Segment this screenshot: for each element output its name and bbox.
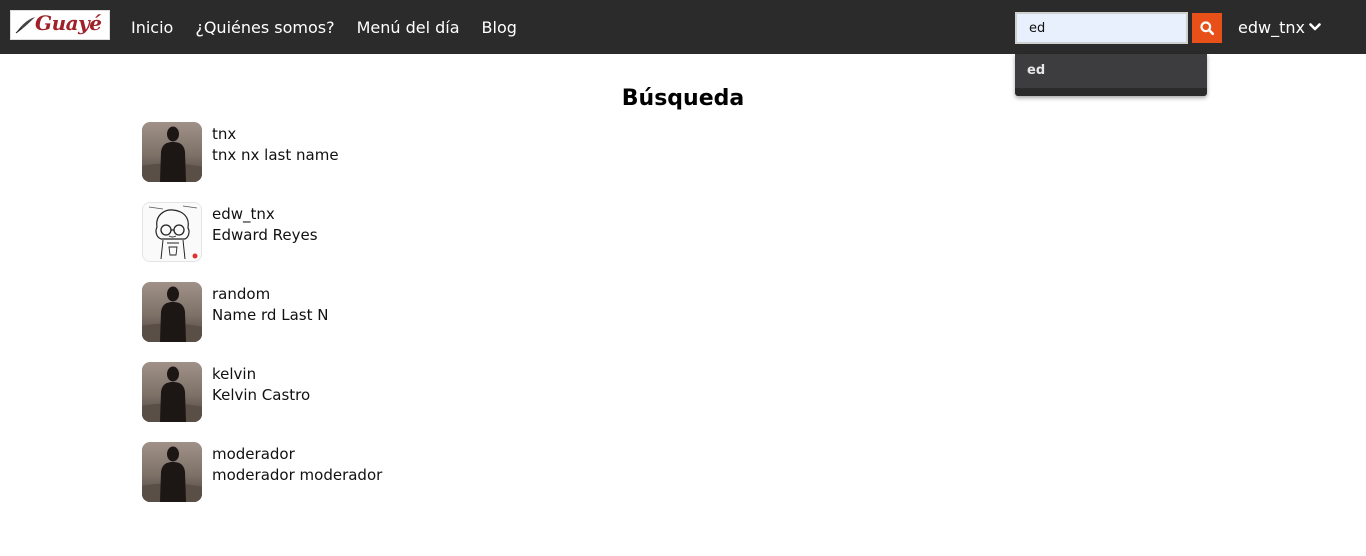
result-username: edw_tnx [212, 205, 275, 223]
result-item[interactable]: tnx tnx nx last name [142, 122, 542, 182]
result-fullname: moderador moderador [212, 466, 383, 484]
search-input[interactable] [1015, 12, 1188, 44]
result-fullname: Name rd Last N [212, 306, 329, 324]
result-username: random [212, 285, 271, 303]
main-nav: Inicio ¿Quiénes somos? Menú del día Blog [131, 0, 517, 54]
result-item[interactable]: moderador moderador moderador [142, 442, 542, 502]
feather-pen-icon [15, 17, 35, 34]
silhouette-avatar-icon [142, 122, 202, 182]
page-title: Búsqueda [621, 86, 745, 111]
nav-link-blog[interactable]: Blog [482, 18, 517, 37]
silhouette-avatar-icon [142, 362, 202, 422]
avatar[interactable] [142, 362, 202, 422]
cartoon-avatar-icon [143, 203, 201, 261]
result-item[interactable]: random Name rd Last N [142, 282, 542, 342]
avatar[interactable] [142, 442, 202, 502]
search-icon [1200, 21, 1214, 35]
site-logo[interactable]: Guayé [10, 10, 110, 40]
result-username: kelvin [212, 365, 257, 383]
avatar[interactable] [142, 282, 202, 342]
top-navbar: Guayé Inicio ¿Quiénes somos? Menú del dí… [0, 0, 1366, 54]
search-button[interactable] [1192, 13, 1222, 43]
avatar[interactable] [142, 122, 202, 182]
user-menu-label: edw_tnx [1238, 17, 1305, 37]
silhouette-avatar-icon [142, 442, 202, 502]
result-item[interactable]: edw_tnx Edward Reyes [142, 202, 542, 262]
result-username: moderador [212, 445, 295, 463]
silhouette-avatar-icon [142, 282, 202, 342]
user-menu-dropdown[interactable]: edw_tnx [1238, 0, 1321, 54]
result-fullname: Kelvin Castro [212, 386, 311, 404]
logo-text: Guayé [35, 11, 102, 35]
avatar[interactable] [142, 202, 202, 262]
suggestion-item[interactable]: ed [1015, 54, 1207, 88]
nav-link-menu-del-dia[interactable]: Menú del día [357, 18, 460, 37]
result-fullname: tnx nx last name [212, 146, 339, 164]
result-username: tnx [212, 125, 237, 143]
result-fullname: Edward Reyes [212, 226, 318, 244]
result-item[interactable]: kelvin Kelvin Castro [142, 362, 542, 422]
nav-link-quienes-somos[interactable]: ¿Quiénes somos? [195, 18, 334, 37]
nav-link-inicio[interactable]: Inicio [131, 18, 173, 37]
chevron-down-icon [1309, 23, 1321, 31]
